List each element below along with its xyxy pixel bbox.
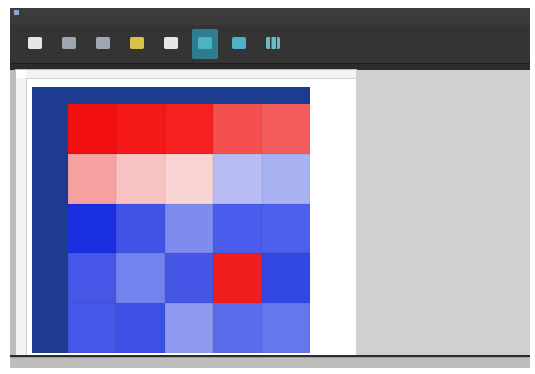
- row-label: [46, 104, 68, 154]
- open-button[interactable]: [22, 29, 48, 59]
- report-button[interactable]: [158, 29, 184, 59]
- heatmap-document[interactable]: [16, 70, 356, 368]
- heatmap-cell[interactable]: [213, 203, 262, 254]
- vertical-ruler: [16, 78, 27, 368]
- app-icon: [14, 10, 19, 15]
- heatmap-cell[interactable]: [68, 253, 117, 304]
- grid-view-icon: [198, 36, 212, 49]
- heatmap-cell[interactable]: [213, 253, 262, 304]
- heatmap-row-labels: [46, 104, 68, 353]
- heatmap-column-header: [68, 87, 310, 97]
- row-label: [46, 303, 68, 353]
- heatmap-cell[interactable]: [116, 104, 165, 154]
- profile-button[interactable]: [56, 29, 82, 59]
- heatmap-cell[interactable]: [261, 153, 310, 204]
- heatmap-cell[interactable]: [68, 104, 117, 154]
- heatmap-cell[interactable]: [213, 153, 262, 204]
- app-window: [10, 8, 530, 368]
- heatmap-cell[interactable]: [68, 153, 117, 204]
- star-icon: [130, 36, 144, 49]
- chart-icon: [266, 36, 280, 49]
- heatmap-cell[interactable]: [164, 153, 214, 204]
- column-label: [68, 97, 116, 104]
- heatmap-cell[interactable]: [164, 253, 214, 304]
- menu-bar: [10, 17, 530, 25]
- folder-icon: [28, 36, 42, 49]
- heatmap-cell[interactable]: [164, 203, 214, 254]
- row-label: [46, 154, 68, 204]
- heatmap-cell[interactable]: [116, 203, 165, 254]
- heatmap-cell[interactable]: [261, 303, 310, 353]
- heatmap-view-icon: [232, 36, 246, 49]
- heatmap-cell[interactable]: [68, 303, 117, 353]
- heatmap-cell[interactable]: [261, 203, 310, 254]
- heatmap-column-labels: [68, 97, 310, 104]
- heatmap-cell[interactable]: [164, 303, 214, 353]
- heatmap-cell[interactable]: [261, 104, 310, 154]
- grid-view-button[interactable]: [192, 29, 218, 59]
- heatmap-cell[interactable]: [213, 104, 262, 154]
- column-label: [116, 97, 164, 104]
- heatmap: [32, 87, 310, 353]
- heatmap-cell[interactable]: [116, 303, 165, 353]
- report-icon: [164, 36, 178, 49]
- toolbar: [10, 25, 530, 64]
- title-bar: [10, 8, 530, 17]
- column-label: [213, 97, 261, 104]
- heatmap-cell[interactable]: [116, 253, 165, 304]
- heatmap-cell[interactable]: [116, 153, 165, 204]
- heatmap-cell[interactable]: [68, 203, 117, 254]
- sequence-icon: [96, 36, 110, 49]
- profile-icon: [62, 36, 76, 49]
- sequence-button[interactable]: [90, 29, 116, 59]
- horizontal-ruler: [26, 70, 356, 79]
- row-label: [46, 204, 68, 254]
- heatmap-grid: [68, 104, 310, 353]
- heatmap-cell[interactable]: [213, 303, 262, 353]
- column-label: [262, 97, 310, 104]
- favorite-button[interactable]: [124, 29, 150, 59]
- workspace: [10, 64, 530, 368]
- heatmap-cell[interactable]: [164, 104, 214, 154]
- empty-canvas-area: [356, 70, 530, 368]
- heatmap-view-button[interactable]: [226, 29, 252, 59]
- column-label: [165, 97, 213, 104]
- chart-button[interactable]: [260, 29, 286, 59]
- heatmap-cell[interactable]: [261, 253, 310, 304]
- heatmap-row-header: [32, 104, 46, 353]
- status-bar: [10, 357, 530, 368]
- row-label: [46, 253, 68, 303]
